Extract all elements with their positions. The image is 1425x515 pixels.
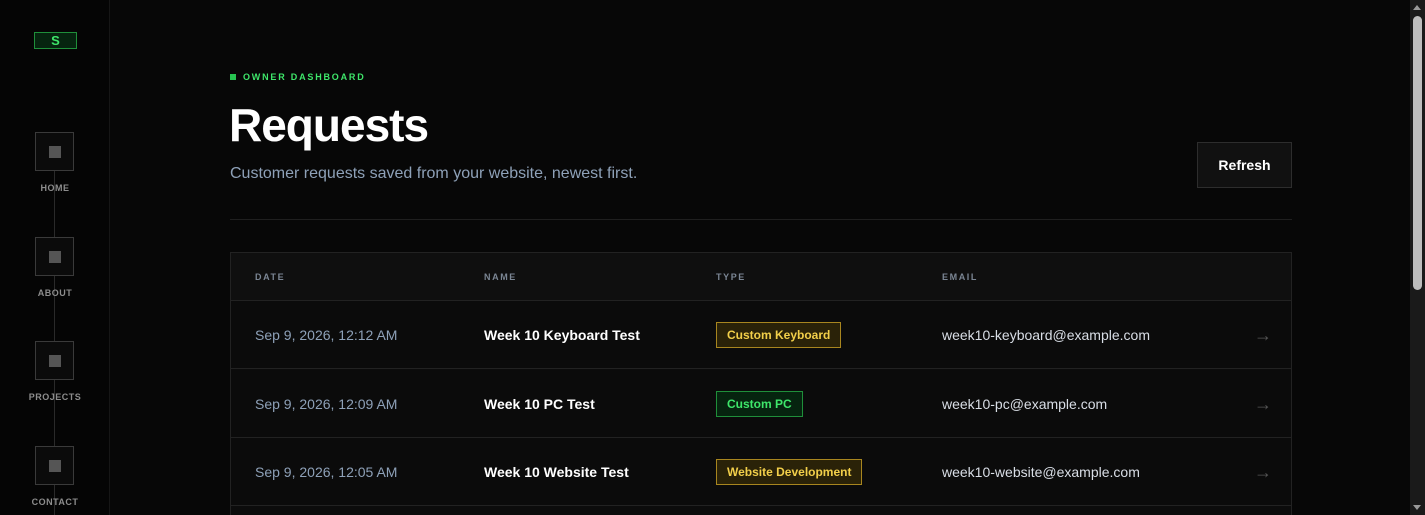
- row-email: week10-pc@example.com: [942, 396, 1108, 412]
- sidebar-item-label: CONTACT: [31, 497, 79, 507]
- header-divider: [230, 219, 1292, 220]
- scroll-up-icon[interactable]: [1413, 5, 1421, 10]
- arrow-right-icon[interactable]: →: [1254, 301, 1272, 369]
- page-subtitle: Customer requests saved from your websit…: [230, 165, 638, 182]
- type-badge: Website Development: [716, 459, 863, 485]
- scrollbar-thumb[interactable]: [1413, 16, 1422, 290]
- arrow-right-icon[interactable]: →: [1254, 438, 1272, 506]
- sidebar-item-projects[interactable]: PROJECTS: [0, 341, 110, 421]
- row-name: Week 10 PC Test: [484, 396, 595, 412]
- sidebar-item-home[interactable]: HOME: [0, 132, 110, 212]
- column-header-name: NAME: [484, 272, 517, 282]
- logo[interactable]: S: [34, 32, 77, 49]
- table-row[interactable]: Sep 9, 2026, 12:05 AM Week 10 Website Te…: [231, 438, 1291, 506]
- requests-table: DATE NAME TYPE EMAIL Sep 9, 2026, 12:12 …: [230, 252, 1292, 515]
- scroll-down-icon[interactable]: [1413, 505, 1421, 510]
- app-root: S HOME ABOUT PROJECTS CONTACT OWNER DASH…: [0, 0, 1425, 515]
- sidebar-item-label: ABOUT: [37, 288, 73, 298]
- row-email: week10-keyboard@example.com: [942, 327, 1150, 343]
- refresh-button[interactable]: Refresh: [1197, 142, 1292, 188]
- row-date: Sep 9, 2026, 12:12 AM: [255, 327, 398, 343]
- table-row[interactable]: Sep 9, 2026, 12:09 AM Week 10 PC Test Cu…: [231, 370, 1291, 438]
- sidebar-item-box[interactable]: [35, 341, 74, 380]
- row-name: Week 10 Keyboard Test: [484, 327, 640, 343]
- sidebar: S HOME ABOUT PROJECTS CONTACT: [0, 0, 110, 515]
- vertical-scrollbar[interactable]: [1410, 0, 1425, 515]
- arrow-right-icon[interactable]: →: [1254, 370, 1272, 438]
- column-header-date: DATE: [255, 272, 286, 282]
- sidebar-item-box[interactable]: [35, 132, 74, 171]
- status-dot-icon: [230, 74, 236, 80]
- square-icon: [48, 250, 61, 263]
- eyebrow-label: OWNER DASHBOARD: [243, 72, 366, 82]
- row-type: Website Development: [716, 438, 863, 506]
- sidebar-item-contact[interactable]: CONTACT: [0, 446, 110, 515]
- page-title: Requests: [229, 99, 429, 151]
- row-type: Custom Keyboard: [716, 301, 842, 369]
- row-date: Sep 9, 2026, 12:05 AM: [255, 464, 398, 480]
- square-icon: [48, 145, 61, 158]
- row-email: week10-website@example.com: [942, 464, 1140, 480]
- sidebar-item-box[interactable]: [35, 237, 74, 276]
- type-badge: Custom Keyboard: [716, 322, 842, 348]
- sidebar-item-box[interactable]: [35, 446, 74, 485]
- eyebrow: OWNER DASHBOARD: [230, 72, 366, 82]
- column-header-type: TYPE: [716, 272, 746, 282]
- row-date: Sep 9, 2026, 12:09 AM: [255, 396, 398, 412]
- column-header-email: EMAIL: [942, 272, 978, 282]
- square-icon: [48, 354, 61, 367]
- sidebar-item-label: HOME: [40, 183, 70, 193]
- sidebar-item-label: PROJECTS: [28, 392, 82, 402]
- row-name: Week 10 Website Test: [484, 464, 629, 480]
- table-header: DATE NAME TYPE EMAIL: [231, 253, 1291, 301]
- sidebar-item-about[interactable]: ABOUT: [0, 237, 110, 317]
- square-icon: [48, 459, 61, 472]
- row-type: Custom PC: [716, 370, 803, 438]
- type-badge: Custom PC: [716, 391, 803, 417]
- table-row[interactable]: Sep 9, 2026, 12:12 AM Week 10 Keyboard T…: [231, 301, 1291, 369]
- main-content: OWNER DASHBOARD Requests Customer reques…: [110, 0, 1410, 515]
